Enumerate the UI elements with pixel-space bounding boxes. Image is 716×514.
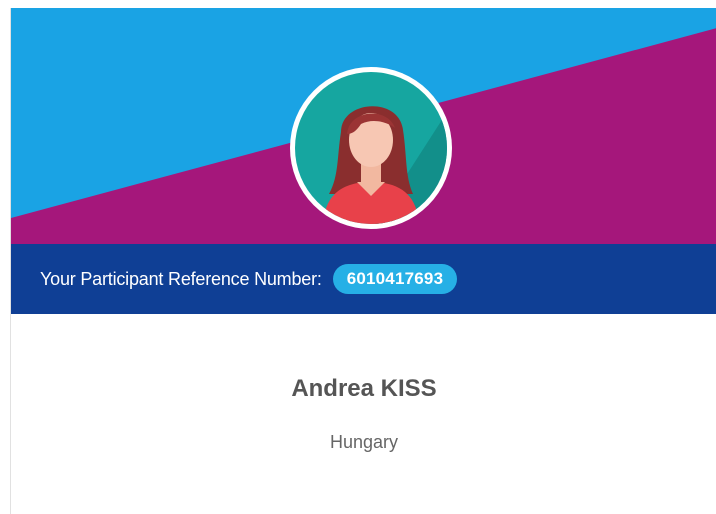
reference-number-label: Your Participant Reference Number:	[40, 268, 322, 289]
participant-country: Hungary	[329, 432, 399, 452]
participant-profile-card: Your Participant Reference Number: 60104…	[10, 8, 716, 514]
participant-name: Andrea KISS	[291, 375, 437, 402]
avatar	[290, 67, 452, 229]
participant-reference-bar: Your Participant Reference Number: 60104…	[11, 244, 716, 314]
reference-number-badge: 6010417693	[332, 264, 458, 294]
profile-banner	[11, 8, 716, 244]
female-user-avatar-icon	[295, 72, 447, 224]
